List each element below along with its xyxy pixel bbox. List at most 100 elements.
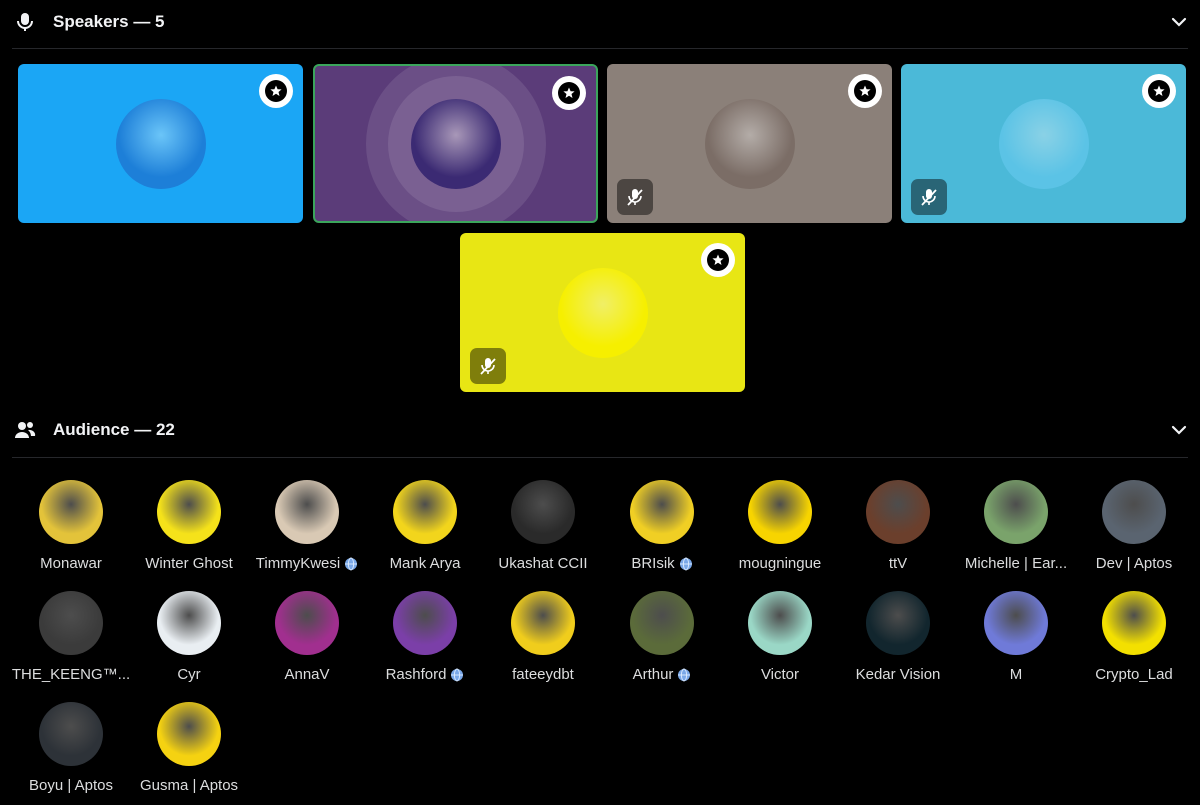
audience-member-name: BRIsik: [603, 555, 721, 572]
speaker-tile[interactable]: [313, 64, 598, 223]
audience-member[interactable]: Crypto_Lad: [1075, 591, 1193, 691]
avatar: [1102, 480, 1166, 544]
avatar: [157, 702, 221, 766]
audience-member-name: Rashford: [366, 666, 484, 683]
avatar: [511, 480, 575, 544]
avatar: [630, 591, 694, 655]
moderator-badge-icon: [1142, 74, 1176, 108]
member-name-text: BRIsik: [631, 555, 675, 572]
audience-member-name: Ukashat CCII: [484, 555, 602, 572]
audience-member[interactable]: THE_KEENG™...: [12, 591, 130, 691]
audience-member-name: TimmyKwesi: [248, 555, 366, 572]
audience-member[interactable]: Rashford: [366, 591, 484, 691]
member-name-text: Crypto_Lad: [1095, 666, 1173, 683]
speakers-header[interactable]: Speakers — 5: [0, 0, 1200, 44]
member-name-text: Arthur: [632, 666, 674, 683]
member-name-text: Gusma | Aptos: [139, 777, 239, 794]
audience-member[interactable]: Kedar Vision: [839, 591, 957, 691]
speaker-tile[interactable]: [607, 64, 892, 223]
speaker-avatar: [998, 98, 1089, 189]
microphone-icon: [14, 11, 36, 33]
moderator-badge-icon: [701, 243, 735, 277]
audience-member[interactable]: Victor: [721, 591, 839, 691]
moderator-badge-icon: [848, 74, 882, 108]
speaker-avatar: [704, 98, 795, 189]
audience-member[interactable]: mougningue: [721, 480, 839, 580]
avatar: [984, 591, 1048, 655]
audience-member[interactable]: fateeydbt: [484, 591, 602, 691]
audience-member[interactable]: ttV: [839, 480, 957, 580]
avatar: [39, 591, 103, 655]
speaker-avatar: [410, 98, 501, 189]
audience-member-name: Arthur: [603, 666, 721, 683]
audience-member-name: Cyr: [130, 666, 248, 683]
avatar: [748, 591, 812, 655]
audience-member-name: Dev | Aptos: [1075, 555, 1193, 572]
audience-member[interactable]: Gusma | Aptos: [130, 702, 248, 802]
audience-member[interactable]: Monawar: [12, 480, 130, 580]
audience-member-name: mougningue: [721, 555, 839, 572]
audience-member-name: ttV: [839, 555, 957, 572]
member-name-text: Rashford: [385, 666, 447, 683]
audience-member[interactable]: TimmyKwesi: [248, 480, 366, 580]
member-name-text: mougningue: [738, 555, 822, 572]
audience-member[interactable]: Winter Ghost: [130, 480, 248, 580]
speaker-tile[interactable]: [460, 233, 745, 392]
member-name-text: Victor: [760, 666, 800, 683]
member-name-text: ttV: [888, 555, 908, 572]
member-name-text: Ukashat CCII: [498, 555, 588, 572]
audience-member-name: M: [957, 666, 1075, 683]
moderator-badge-icon: [259, 74, 293, 108]
audience-member-name: Monawar: [12, 555, 130, 572]
avatar: [984, 480, 1048, 544]
speakers-title: Speakers — 5: [53, 12, 165, 31]
audience-member-name: Boyu | Aptos: [12, 777, 130, 794]
avatar: [748, 480, 812, 544]
audience-member[interactable]: Boyu | Aptos: [12, 702, 130, 802]
speaker-avatar: [115, 98, 206, 189]
audience-member[interactable]: AnnaV: [248, 591, 366, 691]
muted-mic-icon: [911, 179, 947, 215]
audience-member[interactable]: M: [957, 591, 1075, 691]
avatar: [393, 480, 457, 544]
speaker-avatar: [557, 267, 648, 358]
audience-member[interactable]: BRIsik: [603, 480, 721, 580]
audience-member-name: fateeydbt: [484, 666, 602, 683]
audience-member[interactable]: Dev | Aptos: [1075, 480, 1193, 580]
avatar: [157, 480, 221, 544]
speaker-tile[interactable]: [18, 64, 303, 223]
member-name-text: THE_KEENG™...: [12, 666, 130, 683]
speaker-tile[interactable]: [901, 64, 1186, 223]
audience-member[interactable]: Cyr: [130, 591, 248, 691]
member-name-text: Boyu | Aptos: [29, 777, 113, 794]
member-name-text: Cyr: [177, 666, 201, 683]
audience-member[interactable]: Mank Arya: [366, 480, 484, 580]
avatar: [866, 480, 930, 544]
audience-member[interactable]: Arthur: [603, 591, 721, 691]
audience-member[interactable]: Ukashat CCII: [484, 480, 602, 580]
chevron-down-icon[interactable]: [1170, 13, 1188, 31]
audience-title: Audience — 22: [53, 420, 175, 439]
member-name-text: Winter Ghost: [145, 555, 233, 572]
avatar: [275, 591, 339, 655]
moderator-badge-icon: [552, 76, 586, 110]
divider: [12, 48, 1188, 49]
avatar: [1102, 591, 1166, 655]
member-name-text: Dev | Aptos: [1095, 555, 1173, 572]
audience-member-name: Kedar Vision: [839, 666, 957, 683]
audience-header[interactable]: Audience — 22: [0, 408, 1200, 452]
avatar: [275, 480, 339, 544]
member-name-text: AnnaV: [284, 666, 330, 683]
audience-member-name: Mank Arya: [366, 555, 484, 572]
audience-member[interactable]: Michelle | Ear...: [957, 480, 1075, 580]
chevron-down-icon[interactable]: [1170, 421, 1188, 439]
globe-icon: [677, 668, 691, 682]
audience-member-name: AnnaV: [248, 666, 366, 683]
member-name-text: Mank Arya: [389, 555, 461, 572]
audience-member-name: Victor: [721, 666, 839, 683]
globe-icon: [679, 557, 693, 571]
member-name-text: Kedar Vision: [855, 666, 941, 683]
audience-member-name: Crypto_Lad: [1075, 666, 1193, 683]
avatar: [511, 591, 575, 655]
audience-member-name: Gusma | Aptos: [130, 777, 248, 794]
